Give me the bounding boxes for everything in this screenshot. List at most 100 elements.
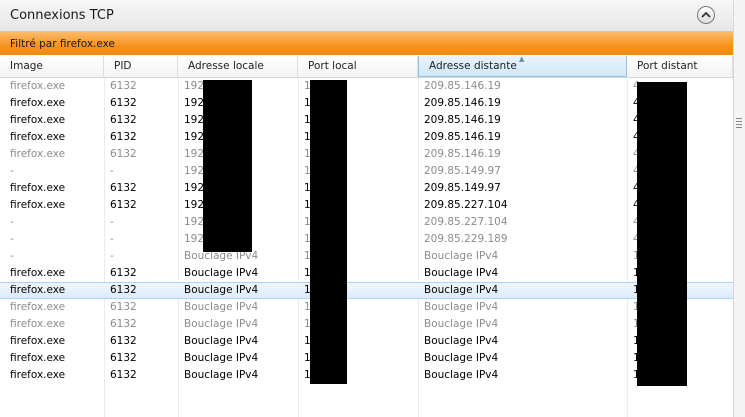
cell-image: firefox.exe: [10, 284, 66, 296]
column-header-image[interactable]: Image: [0, 56, 104, 77]
panel-title: Connexions TCP: [10, 8, 114, 23]
table-row[interactable]: firefox.exe 6132 Bouclage IPv4 1 Bouclage IP…: [0, 299, 733, 316]
table-row[interactable]: --192.1209.85.229.1894: [0, 231, 733, 248]
cell-remote-address: 209.85.229.189: [424, 233, 508, 245]
cell-remote-address: Bouclage IPv4: [424, 369, 499, 381]
cell-pid: 6132: [110, 335, 137, 347]
panel-header: Connexions TCP: [0, 0, 734, 32]
cell-image: firefox.exe: [10, 97, 66, 109]
column-headers: Image PID Adresse locale Port local ▲ Ad…: [0, 55, 733, 78]
column-header-local-address[interactable]: Adresse locale: [178, 56, 298, 77]
cell-remote-address: 209.85.149.97: [424, 182, 501, 194]
cell-remote-address: Bouclage IPv4: [424, 267, 499, 279]
cell-pid: 6132: [110, 80, 137, 92]
cell-image: firefox.exe: [10, 267, 66, 279]
column-header-local-port[interactable]: Port local: [298, 56, 418, 77]
chevron-up-icon: [701, 11, 711, 18]
table-row[interactable]: --192.1209.85.149.974: [0, 163, 733, 180]
cell-pid: 6132: [110, 131, 137, 143]
cell-local-address: Bouclage IPv4: [184, 284, 259, 296]
cell-remote-address: 209.85.146.19: [424, 148, 501, 160]
cell-pid: -: [110, 216, 114, 228]
table-row[interactable]: firefox.exe6132192.1209.85.146.194: [0, 129, 733, 146]
sort-ascending-icon: ▲: [519, 55, 525, 63]
cell-pid: 6132: [110, 301, 137, 313]
cell-local-address: Bouclage IPv4: [184, 301, 259, 313]
table-row[interactable]: --Bouclage IPv41Bouclage IPv41: [0, 248, 733, 265]
table-row[interactable]: firefox.exe 6132 Bouclage IPv4 1 Bouclage IP…: [0, 265, 733, 282]
cell-pid: -: [110, 165, 114, 177]
cell-image: -: [10, 165, 14, 177]
table-row[interactable]: firefox.exe6132192.1209.85.146.194: [0, 95, 733, 112]
cell-pid: -: [110, 250, 114, 262]
redaction-block: [310, 80, 347, 384]
column-header-remote-address-label: Adresse distante: [429, 60, 517, 72]
cell-image: firefox.exe: [10, 148, 66, 160]
cell-image: firefox.exe: [10, 369, 66, 381]
cell-image: firefox.exe: [10, 301, 66, 313]
cell-remote-address: 209.85.149.97: [424, 165, 501, 177]
cell-image: -: [10, 250, 14, 262]
cell-remote-address: 209.85.146.19: [424, 97, 501, 109]
cell-pid: 6132: [110, 284, 137, 296]
cell-remote-address: Bouclage IPv4: [424, 301, 499, 313]
filter-bar: Filtré par firefox.exe: [0, 32, 733, 55]
table-row[interactable]: firefox.exe6132192.1209.85.146.194: [0, 78, 733, 95]
cell-local-address: Bouclage IPv4: [184, 267, 259, 279]
collapse-button[interactable]: [697, 6, 715, 24]
tcp-connections-panel: Connexions TCP Filtré par firefox.exe Im…: [0, 0, 745, 417]
scrollbar-grip-icon[interactable]: [736, 118, 742, 128]
column-header-remote-address[interactable]: ▲ Adresse distante: [418, 55, 627, 77]
cell-local-address: Bouclage IPv4: [184, 335, 259, 347]
cell-image: -: [10, 216, 14, 228]
table-row[interactable]: --192.1209.85.227.1044: [0, 214, 733, 231]
cell-pid: 6132: [110, 267, 137, 279]
cell-remote-address: Bouclage IPv4: [424, 284, 499, 296]
table-row[interactable]: firefox.exe6132192.1209.85.149.974: [0, 180, 733, 197]
table-row[interactable]: firefox.exe6132192.1209.85.146.194: [0, 112, 733, 129]
table-row[interactable]: firefox.exe 6132 Bouclage IPv4 1 Bouclage IP…: [0, 333, 733, 350]
cell-image: firefox.exe: [10, 318, 66, 330]
column-header-pid[interactable]: PID: [104, 56, 178, 77]
table-row[interactable]: firefox.exe 6132 Bouclage IPv4 1 Bouclage IP…: [0, 282, 733, 299]
filter-label: Filtré par firefox.exe: [10, 38, 115, 50]
cell-image: -: [10, 233, 14, 245]
cell-remote-address: 209.85.146.19: [424, 114, 501, 126]
cell-image: firefox.exe: [10, 199, 66, 211]
table-row[interactable]: firefox.exe 6132 Bouclage IPv4 1 Bouclage IP…: [0, 316, 733, 333]
cell-image: firefox.exe: [10, 131, 66, 143]
cell-local-address: Bouclage IPv4: [184, 352, 259, 364]
cell-local-address: Bouclage IPv4: [184, 318, 259, 330]
cell-pid: 6132: [110, 182, 137, 194]
cell-pid: 6132: [110, 352, 137, 364]
cell-pid: -: [110, 233, 114, 245]
cell-image: firefox.exe: [10, 80, 66, 92]
cell-remote-address: 209.85.227.104: [424, 216, 508, 228]
vertical-scrollbar[interactable]: [733, 0, 745, 417]
table-row[interactable]: firefox.exe 6132 Bouclage IPv4 1 Bouclage IP…: [0, 367, 733, 384]
cell-remote-address: Bouclage IPv4: [424, 352, 499, 364]
connections-table: firefox.exe6132192.1209.85.146.194firefo…: [0, 78, 733, 384]
cell-image: firefox.exe: [10, 352, 66, 364]
cell-pid: 6132: [110, 199, 137, 211]
redaction-block: [203, 80, 252, 252]
cell-image: firefox.exe: [10, 114, 66, 126]
cell-remote-address: 209.85.146.19: [424, 131, 501, 143]
cell-remote-address: 209.85.146.19: [424, 80, 501, 92]
cell-local-address: Bouclage IPv4: [184, 369, 259, 381]
column-header-remote-port[interactable]: Port distant: [627, 56, 733, 77]
cell-pid: 6132: [110, 114, 137, 126]
redaction-block: [637, 82, 687, 386]
cell-image: firefox.exe: [10, 182, 66, 194]
cell-remote-address: Bouclage IPv4: [424, 250, 499, 262]
table-row[interactable]: firefox.exe6132192.1209.85.146.194: [0, 146, 733, 163]
cell-pid: 6132: [110, 318, 137, 330]
cell-image: firefox.exe: [10, 335, 66, 347]
cell-remote-address: Bouclage IPv4: [424, 318, 499, 330]
cell-pid: 6132: [110, 148, 137, 160]
table-row[interactable]: firefox.exe 6132 Bouclage IPv4 1 Bouclage IP…: [0, 350, 733, 367]
cell-pid: 6132: [110, 369, 137, 381]
table-row[interactable]: firefox.exe6132192.1209.85.227.1044: [0, 197, 733, 214]
cell-pid: 6132: [110, 97, 137, 109]
cell-remote-address: 209.85.227.104: [424, 199, 508, 211]
